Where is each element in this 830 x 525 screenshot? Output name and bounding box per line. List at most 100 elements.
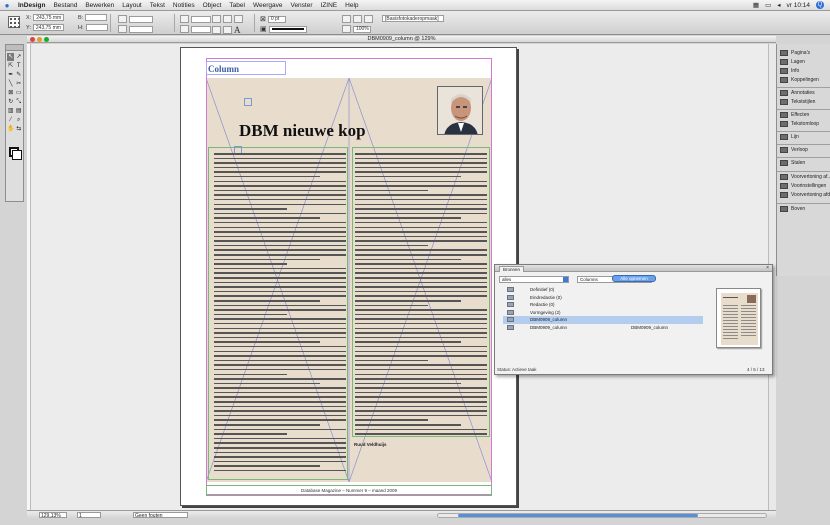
rotate-tool-icon[interactable]: ↻ bbox=[7, 98, 14, 106]
fit-frame-icon[interactable] bbox=[353, 15, 362, 23]
x-field[interactable]: 243,75 mm bbox=[33, 14, 65, 21]
line-tool-icon[interactable]: ╲ bbox=[7, 80, 14, 88]
stroke-style-field[interactable] bbox=[268, 25, 307, 33]
author-photo[interactable] bbox=[437, 86, 483, 135]
rotate-cw-icon[interactable] bbox=[212, 15, 221, 23]
filter-dropdown[interactable]: alles bbox=[499, 276, 569, 283]
rectangle-tool-icon[interactable]: ▭ bbox=[15, 89, 22, 97]
apple-icon[interactable]: ● bbox=[0, 1, 14, 10]
menu-venster[interactable]: Venster bbox=[286, 2, 316, 9]
text-a-icon[interactable]: A bbox=[234, 25, 241, 35]
menu-bestand[interactable]: Bestand bbox=[49, 2, 81, 9]
wifi-icon[interactable]: ▦ bbox=[753, 1, 759, 9]
dock-item[interactable]: Voorinstellingen bbox=[780, 183, 826, 189]
dock-item[interactable]: Annotaties bbox=[780, 90, 815, 96]
rectangle-frame-tool-icon[interactable]: ⊠ bbox=[7, 89, 14, 97]
stroke-weight-field[interactable]: 0 pt bbox=[267, 15, 286, 23]
opacity-icon[interactable] bbox=[342, 25, 351, 33]
menu-tabel[interactable]: Tabel bbox=[225, 2, 249, 9]
panel-titlebar[interactable] bbox=[495, 265, 772, 272]
opacity-field[interactable]: 100% bbox=[353, 25, 371, 33]
dock-item[interactable]: Effecten bbox=[780, 112, 809, 118]
list-item[interactable]: DBM0909_column bbox=[503, 316, 703, 324]
gradient-tool-icon[interactable]: ▥ bbox=[7, 107, 14, 115]
menu-weergave[interactable]: Weergave bbox=[249, 2, 287, 9]
note-tool-icon[interactable]: ▤ bbox=[15, 107, 22, 115]
menu-layout[interactable]: Layout bbox=[118, 2, 146, 9]
clock[interactable]: vr 10:14 bbox=[787, 2, 811, 9]
fit-content-icon[interactable] bbox=[342, 15, 351, 23]
menu-app[interactable]: InDesign bbox=[14, 2, 49, 9]
zoom-tool-icon[interactable]: ⌕ bbox=[15, 116, 22, 124]
hand-tool-icon[interactable]: ✋ bbox=[7, 125, 14, 133]
pen-tool-icon[interactable]: ✒ bbox=[7, 71, 14, 79]
preflight-status[interactable]: Geen fouten bbox=[133, 512, 188, 519]
dock-item[interactable]: Stalen bbox=[780, 160, 805, 166]
menu-help[interactable]: Help bbox=[341, 2, 362, 9]
menu-tekst[interactable]: Tekst bbox=[146, 2, 169, 9]
dock-item[interactable]: Voorvertoning af... bbox=[780, 174, 830, 180]
page-thumbnail[interactable] bbox=[716, 288, 761, 348]
tab-bronnen[interactable]: Bronnen bbox=[499, 266, 525, 272]
reference-point-icon[interactable] bbox=[8, 16, 20, 28]
scroll-thumb[interactable] bbox=[458, 514, 698, 517]
dock-item[interactable]: Pagina's bbox=[780, 50, 810, 56]
flip-icon[interactable] bbox=[234, 15, 243, 23]
rotate-ccw-icon[interactable] bbox=[223, 15, 232, 23]
scale-x-icon[interactable] bbox=[118, 15, 127, 23]
close-icon[interactable]: × bbox=[766, 265, 769, 271]
scissors-tool-icon[interactable]: ✂ bbox=[15, 80, 22, 88]
pencil-tool-icon[interactable]: ✎ bbox=[15, 71, 22, 79]
fill-icon[interactable]: ⊠ bbox=[260, 15, 266, 23]
spotlight-icon[interactable]: Q bbox=[816, 1, 824, 9]
list-item[interactable]: Redactie (0) bbox=[503, 301, 703, 309]
rotate-field[interactable] bbox=[191, 15, 211, 23]
menu-izine[interactable]: IZINE bbox=[317, 2, 342, 9]
scale-y-field[interactable] bbox=[129, 25, 153, 33]
stroke-icon[interactable]: ▣ bbox=[260, 25, 267, 33]
shear-icon[interactable] bbox=[180, 25, 189, 33]
menu-notities[interactable]: Notities bbox=[169, 2, 199, 9]
w-field[interactable] bbox=[85, 14, 108, 21]
dock-item[interactable]: Tekstomloop bbox=[780, 121, 819, 127]
object-style-dropdown[interactable]: [Basisfotokaderopmaak] bbox=[382, 15, 444, 22]
dock-item[interactable]: Lagen bbox=[780, 59, 805, 65]
dock-item[interactable]: Boven bbox=[780, 206, 805, 212]
list-item[interactable]: DBM0909_column DBM0909_column bbox=[503, 324, 703, 332]
stroke-swatch-icon[interactable] bbox=[12, 150, 22, 160]
rotate-icon[interactable] bbox=[180, 15, 189, 23]
dock-item[interactable]: Tekststijlen bbox=[780, 99, 815, 105]
dock-item[interactable]: Verloop bbox=[780, 147, 808, 153]
center-content-icon[interactable] bbox=[364, 15, 373, 23]
list-item[interactable]: Vormgeving (2) bbox=[503, 309, 703, 317]
dock-item[interactable]: Info bbox=[780, 68, 799, 74]
scale-tool-icon[interactable]: ⤡ bbox=[15, 98, 22, 106]
select-container-icon[interactable] bbox=[212, 26, 221, 34]
page-number-field[interactable]: 1 bbox=[77, 512, 101, 519]
scale-x-field[interactable] bbox=[129, 15, 153, 23]
eyedropper-tool-icon[interactable]: ⁄ bbox=[7, 116, 14, 124]
battery-icon[interactable]: ▭ bbox=[765, 1, 771, 9]
dock-item[interactable]: Voorvertoning afd... bbox=[780, 192, 830, 198]
type-tool-icon[interactable]: T bbox=[15, 62, 22, 70]
shear-field[interactable] bbox=[191, 25, 211, 33]
selection-tool-icon[interactable]: ↖ bbox=[7, 53, 15, 61]
close-window-icon[interactable] bbox=[30, 37, 35, 42]
horizontal-scrollbar[interactable] bbox=[437, 513, 767, 518]
volume-icon[interactable]: ◂ bbox=[777, 1, 780, 9]
list-item[interactable]: Definitief (0) bbox=[503, 286, 703, 294]
menu-object[interactable]: Object bbox=[199, 2, 226, 9]
scale-y-icon[interactable] bbox=[118, 25, 127, 33]
menu-bewerken[interactable]: Bewerken bbox=[81, 2, 118, 9]
include-all-button[interactable]: Alle opnemen bbox=[612, 275, 656, 282]
dock-item[interactable]: Lijn bbox=[780, 134, 799, 140]
h-field[interactable] bbox=[85, 24, 108, 31]
headline[interactable]: DBM nieuwe kop bbox=[239, 121, 366, 141]
position-tool-icon[interactable]: ⇱ bbox=[7, 62, 14, 70]
y-field[interactable]: 243,75 mm bbox=[32, 24, 64, 31]
body-text-right[interactable] bbox=[355, 153, 487, 438]
direct-selection-tool-icon[interactable]: ↗ bbox=[15, 53, 22, 61]
zoom-window-icon[interactable] bbox=[44, 37, 49, 42]
zoom-field[interactable]: 129,13% bbox=[39, 512, 67, 519]
select-content-icon[interactable] bbox=[223, 26, 232, 34]
